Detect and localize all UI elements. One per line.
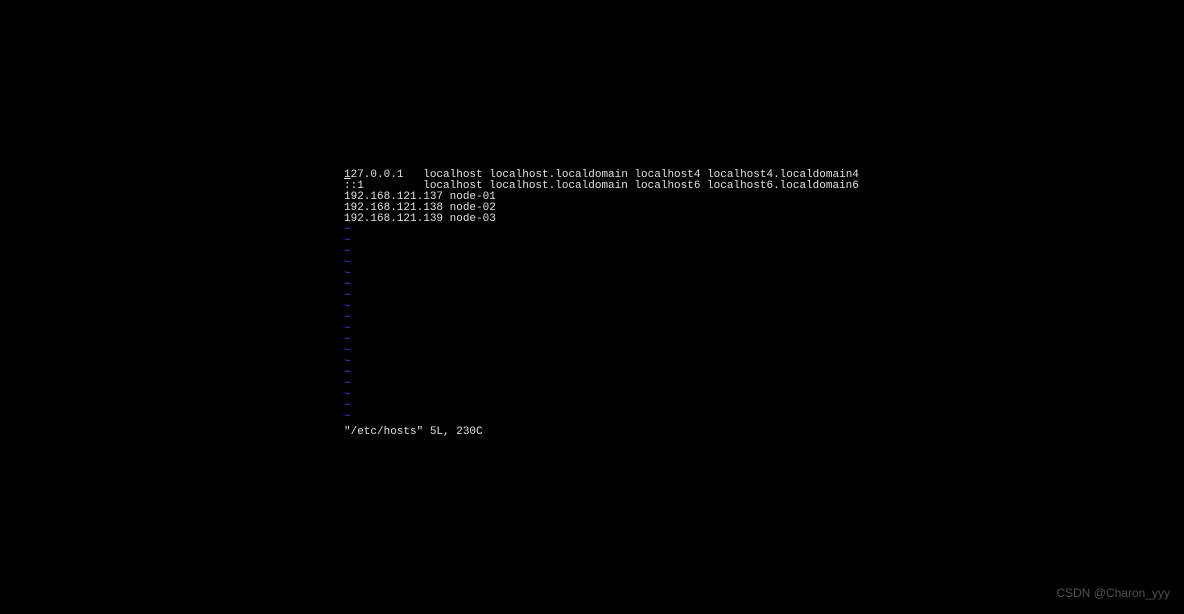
empty-line-tilde: ~	[344, 247, 844, 258]
empty-line-tilde: ~	[344, 412, 844, 423]
cursor-position: 1	[344, 169, 351, 181]
vi-status-line: "/etc/hosts" 5L, 230C	[344, 427, 844, 438]
empty-line-tilde: ~	[344, 346, 844, 357]
vi-editor-view[interactable]: 127.0.0.1 localhost localhost.localdomai…	[344, 170, 844, 438]
file-content-area[interactable]: 127.0.0.1 localhost localhost.localdomai…	[344, 170, 844, 225]
empty-line-tilde: ~	[344, 236, 844, 247]
empty-line-tilde: ~	[344, 390, 844, 401]
file-line[interactable]: 192.168.121.139 node-03	[344, 214, 844, 225]
empty-line-tilde: ~	[344, 302, 844, 313]
empty-line-tilde: ~	[344, 357, 844, 368]
empty-line-tilde: ~	[344, 379, 844, 390]
empty-line-tilde: ~	[344, 258, 844, 269]
empty-line-tilde: ~	[344, 280, 844, 291]
empty-line-tilde: ~	[344, 401, 844, 412]
watermark-text: CSDN @Charon_yyy	[1056, 586, 1170, 600]
empty-line-tilde: ~	[344, 368, 844, 379]
empty-line-tilde: ~	[344, 313, 844, 324]
empty-line-tilde: ~	[344, 335, 844, 346]
empty-line-tilde: ~	[344, 291, 844, 302]
empty-line-tilde: ~	[344, 324, 844, 335]
empty-line-tilde: ~	[344, 269, 844, 280]
empty-lines-area: ~~~~~~~~~~~~~~~~~~	[344, 225, 844, 423]
empty-line-tilde: ~	[344, 225, 844, 236]
file-line[interactable]: 127.0.0.1 localhost localhost.localdomai…	[344, 170, 844, 181]
